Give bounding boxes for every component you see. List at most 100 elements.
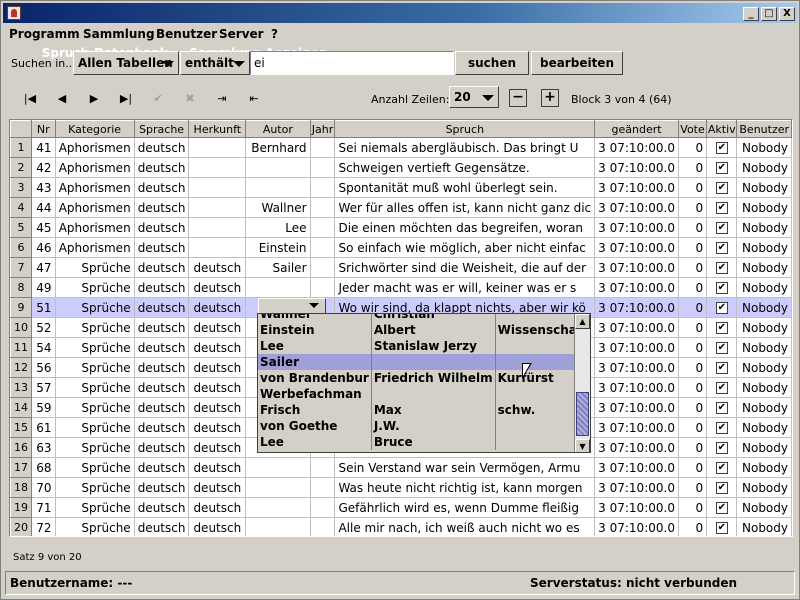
cell-spruch[interactable]: Spontanität muß wohl überlegt sein. (334, 177, 596, 198)
checkbox-icon[interactable]: ✔ (715, 382, 728, 394)
checkbox-icon[interactable]: ✔ (715, 502, 728, 514)
cell-vote[interactable]: 0 (677, 437, 708, 458)
menu-sammlung[interactable]: Sammlung (83, 27, 155, 41)
table-row[interactable]: 2 42 Aphorismen deutsch Schweigen vertieft G… (10, 157, 792, 178)
table-select[interactable]: Allen Tabellen (73, 51, 179, 75)
row-number[interactable]: 15 (10, 417, 32, 438)
row-number[interactable]: 12 (10, 357, 32, 378)
cell-benutzer[interactable]: Nobody (736, 517, 792, 536)
table-row[interactable]: 1 41 Aphorismen deutsch Bernhard Sei niemals … (10, 137, 792, 158)
cell-nr[interactable]: 43 (31, 177, 56, 198)
cell-sprache[interactable]: deutsch (133, 197, 190, 218)
cell-geaendert[interactable]: 3 07:10:00.0 (594, 357, 679, 378)
cell-sprache[interactable]: deutsch (133, 177, 190, 198)
checkbox-icon[interactable]: ✔ (715, 342, 728, 354)
checkbox-icon[interactable]: ✔ (715, 262, 728, 274)
cell-benutzer[interactable]: Nobody (736, 497, 792, 518)
header-spruch[interactable]: Spruch (334, 120, 596, 138)
author-cell-editor[interactable] (258, 298, 326, 314)
dropdown-item[interactable]: EinsteinAlbertWissenschaftler (258, 322, 590, 338)
cell-benutzer[interactable]: Nobody (736, 137, 792, 158)
cell-geaendert[interactable]: 3 07:10:00.0 (594, 237, 679, 258)
cell-vote[interactable]: 0 (677, 317, 708, 338)
cell-vote[interactable]: 0 (677, 397, 708, 418)
cell-kategorie[interactable]: Sprüche (54, 297, 135, 318)
cell-herkunft[interactable] (188, 217, 247, 238)
cell-sprache[interactable]: deutsch (133, 397, 190, 418)
dropdown-item[interactable]: Lee Bruce (258, 434, 590, 450)
cell-herkunft[interactable]: deutsch (188, 457, 247, 478)
cell-geaendert[interactable]: 3 07:10:00.0 (594, 257, 679, 278)
cell-geaendert[interactable]: 3 07:10:00.0 (594, 217, 679, 238)
cell-geaendert[interactable]: 3 07:10:00.0 (594, 197, 679, 218)
cell-sprache[interactable]: deutsch (133, 277, 190, 298)
cell-vote[interactable]: 0 (677, 297, 708, 318)
menu-server[interactable]: Server (219, 27, 264, 41)
cell-spruch[interactable]: Die einen möchten das begreifen, woran (334, 217, 596, 238)
cell-aktiv[interactable]: ✔ (706, 477, 738, 498)
cell-aktiv[interactable]: ✔ (706, 317, 738, 338)
edit-button[interactable]: bearbeiten (531, 51, 623, 75)
cell-benutzer[interactable]: Nobody (736, 317, 792, 338)
cell-herkunft[interactable]: deutsch (188, 437, 247, 458)
table-row[interactable]: 18 70 Sprüche deutsch deutsch Was heute nicht… (10, 477, 792, 498)
cell-vote[interactable]: 0 (677, 497, 708, 518)
cell-benutzer[interactable]: Nobody (736, 237, 792, 258)
cell-benutzer[interactable]: Nobody (736, 417, 792, 438)
first-record-icon[interactable]: |◀ (19, 89, 41, 109)
cell-geaendert[interactable]: 3 07:10:00.0 (594, 297, 679, 318)
cell-aktiv[interactable]: ✔ (706, 217, 738, 238)
cell-kategorie[interactable]: Sprüche (54, 377, 135, 398)
cell-spruch[interactable]: Was heute nicht richtig ist, kann morgen (334, 477, 596, 498)
header-herkunft[interactable]: Herkunft (188, 120, 247, 138)
cell-kategorie[interactable]: Aphorismen (54, 237, 135, 258)
cell-kategorie[interactable]: Sprüche (54, 457, 135, 478)
cell-geaendert[interactable]: 3 07:10:00.0 (594, 457, 679, 478)
cell-nr[interactable]: 44 (31, 197, 56, 218)
cell-jahr[interactable] (309, 177, 336, 198)
cell-herkunft[interactable] (188, 197, 247, 218)
cell-benutzer[interactable]: Nobody (736, 397, 792, 418)
cell-spruch[interactable]: Srichwörter sind die Weisheit, die auf d… (334, 257, 596, 278)
last-record-icon[interactable]: ▶| (115, 89, 137, 109)
checkbox-icon[interactable]: ✔ (715, 522, 728, 534)
dropdown-scrollbar[interactable]: ▲ ▼ (574, 314, 590, 452)
cell-nr[interactable]: 41 (31, 137, 56, 158)
cell-benutzer[interactable]: Nobody (736, 337, 792, 358)
cell-herkunft[interactable] (188, 237, 247, 258)
cell-sprache[interactable]: deutsch (133, 337, 190, 358)
checkbox-icon[interactable]: ✔ (715, 402, 728, 414)
cell-herkunft[interactable] (188, 177, 247, 198)
table-row[interactable]: 19 71 Sprüche deutsch deutsch Gefährlich wird… (10, 497, 792, 518)
checkbox-icon[interactable]: ✔ (715, 442, 728, 454)
cell-jahr[interactable] (309, 257, 336, 278)
row-number[interactable]: 20 (10, 517, 32, 536)
row-number[interactable]: 5 (10, 217, 32, 238)
cell-herkunft[interactable]: deutsch (188, 337, 247, 358)
table-row[interactable]: 8 49 Sprüche deutsch deutsch Jeder macht was … (10, 277, 792, 298)
author-dropdown-list[interactable]: Wallner Christian Einstein Albert Wissenscha… (257, 313, 591, 453)
cell-aktiv[interactable]: ✔ (706, 237, 738, 258)
header-sprache[interactable]: Sprache (133, 120, 190, 138)
dropdown-item[interactable]: Sailer (258, 354, 590, 370)
cell-vote[interactable]: 0 (677, 177, 708, 198)
checkbox-icon[interactable]: ✔ (715, 222, 728, 234)
table-row[interactable]: 7 47 Sprüche deutsch deutsch Sailer Srichwörte… (10, 257, 792, 278)
row-number[interactable]: 14 (10, 397, 32, 418)
cell-kategorie[interactable]: Sprüche (54, 277, 135, 298)
cell-autor[interactable]: Lee (245, 217, 311, 238)
cell-sprache[interactable]: deutsch (133, 237, 190, 258)
cell-herkunft[interactable]: deutsch (188, 517, 247, 536)
export-icon[interactable]: ⇥ (211, 89, 233, 109)
table-row[interactable]: 4 44 Aphorismen deutsch Wallner Wer für alles… (10, 197, 792, 218)
cell-nr[interactable]: 61 (31, 417, 56, 438)
search-input[interactable]: ei (250, 51, 454, 75)
cell-kategorie[interactable]: Sprüche (54, 337, 135, 358)
checkbox-icon[interactable]: ✔ (715, 422, 728, 434)
cell-geaendert[interactable]: 3 07:10:00.0 (594, 497, 679, 518)
cell-aktiv[interactable]: ✔ (706, 137, 738, 158)
maximize-button[interactable]: □ (761, 7, 777, 21)
cell-aktiv[interactable]: ✔ (706, 497, 738, 518)
cell-nr[interactable]: 57 (31, 377, 56, 398)
cell-kategorie[interactable]: Aphorismen (54, 137, 135, 158)
